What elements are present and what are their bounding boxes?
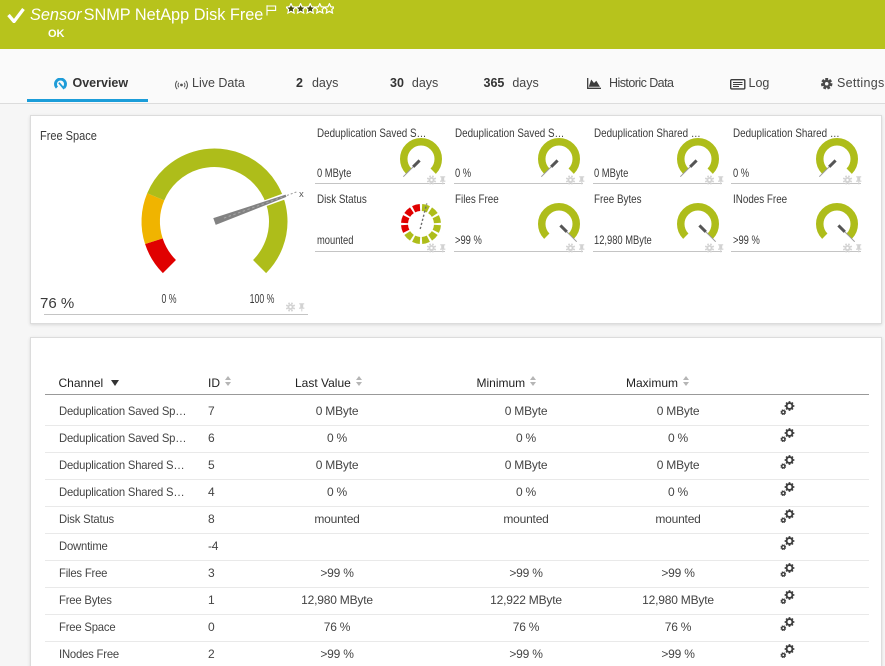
svg-text:x: x	[299, 189, 304, 200]
